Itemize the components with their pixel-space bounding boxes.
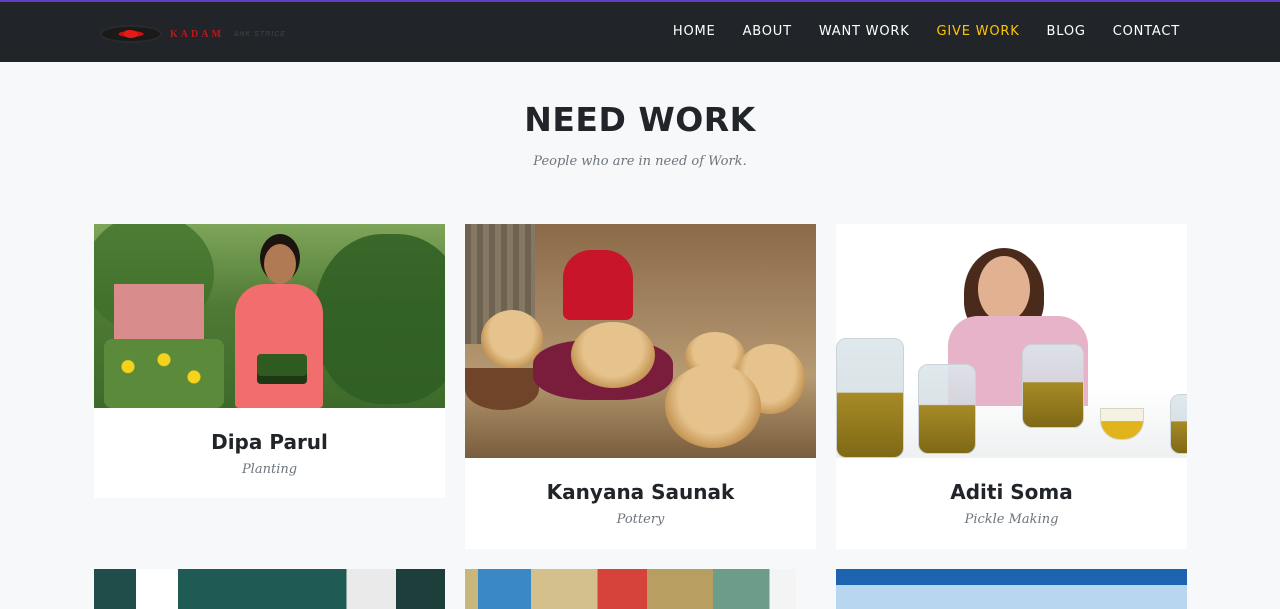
nav-want-work[interactable]: WANT WORK [819,24,910,39]
top-navbar: KADAM ANK STRICE HOME ABOUT WANT WORK GI… [0,0,1280,62]
logo-tagline: ANK STRICE [233,30,286,38]
worker-name: Dipa Parul [211,430,328,454]
worker-photo[interactable] [836,569,1187,609]
worker-card-kanyana-saunak[interactable]: Kanyana Saunak Pottery [465,224,816,549]
worker-name: Aditi Soma [950,480,1073,504]
worker-card-dipa-parul[interactable]: Dipa Parul Planting [94,224,445,498]
logo-emblem-icon [100,25,162,43]
worker-photo-pottery[interactable] [465,224,816,458]
nav-blog[interactable]: BLOG [1047,24,1086,39]
worker-skill: Pickle Making [964,512,1059,527]
worker-skill: Pottery [616,512,665,527]
logo-text: KADAM [170,28,224,40]
nav-about[interactable]: ABOUT [743,24,792,39]
worker-photo-pickle-making[interactable] [836,224,1187,458]
worker-photo-planting[interactable] [94,224,445,408]
section-title: NEED WORK [524,100,756,139]
worker-name: Kanyana Saunak [546,480,735,504]
nav-home[interactable]: HOME [673,24,716,39]
nav-contact[interactable]: CONTACT [1113,24,1180,39]
site-logo[interactable]: KADAM ANK STRICE [100,23,352,45]
worker-card-partial[interactable] [465,569,796,609]
worker-card-aditi-soma[interactable]: Aditi Soma Pickle Making [836,224,1187,549]
worker-skill: Planting [241,462,298,477]
worker-photo[interactable] [94,569,445,609]
main-nav: HOME ABOUT WANT WORK GIVE WORK BLOG CONT… [646,24,1180,39]
nav-give-work[interactable]: GIVE WORK [937,24,1020,39]
section-subtitle: People who are in need of Work. [533,154,747,169]
worker-card-partial[interactable] [94,569,445,609]
worker-card-partial[interactable] [836,569,1187,609]
worker-photo[interactable] [465,569,796,609]
